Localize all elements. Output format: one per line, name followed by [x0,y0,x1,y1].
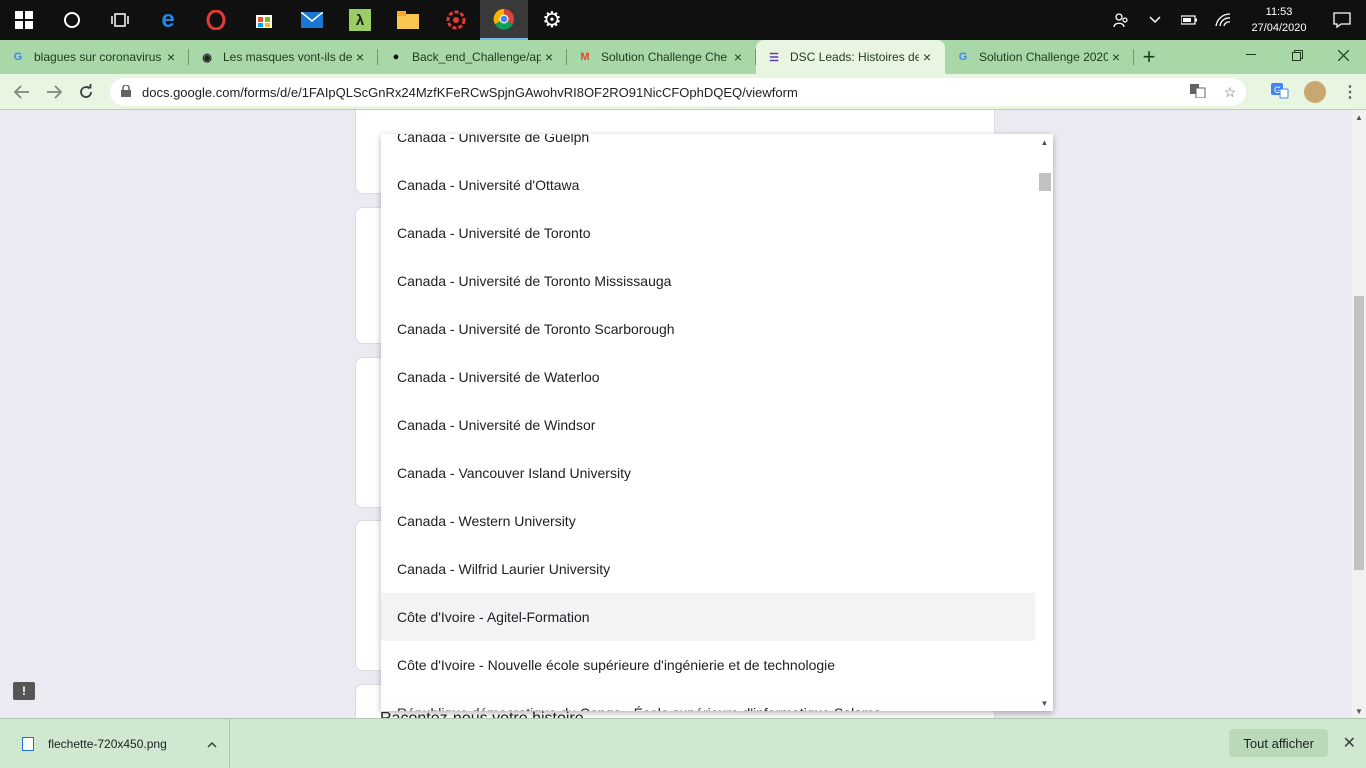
dropdown-option[interactable]: Côte d'Ivoire - Nouvelle école supérieur… [381,641,1035,689]
system-tray: 11:53 27/04/2020 [1104,0,1366,40]
dropdown-option[interactable]: Canada - Université de Guelph [381,134,1035,161]
dropdown-option[interactable]: Canada - Université de Windsor [381,401,1035,449]
translate-icon[interactable] [1182,83,1214,101]
gear-logo-icon[interactable] [432,0,480,40]
dropdown-option[interactable]: Canada - Université d'Ottawa [381,161,1035,209]
scroll-down-arrow-icon[interactable]: ▼ [1352,704,1366,718]
store-icon[interactable] [240,0,288,40]
tab-close-icon[interactable]: × [163,49,179,65]
dropdown-option[interactable]: Canada - Western University [381,497,1035,545]
windows-start-icon[interactable] [0,0,48,40]
tab-favicon-icon: ● [392,51,400,63]
bookmark-star-icon[interactable]: ☆ [1214,84,1246,101]
menu-kebab-icon[interactable]: ⋮ [1334,82,1366,102]
dropdown-options: Canada - Université de Guelph Canada - Un… [381,134,1035,711]
dropdown-option[interactable]: Canada - Université de Toronto [381,209,1035,257]
browser-tab[interactable]: ☰ DSC Leads: Histoires de × [756,40,945,74]
extension-translate-icon[interactable]: G [1264,82,1296,102]
question-title: Racontez-nous votre histoire [380,710,584,718]
show-all-button[interactable]: Tout afficher [1229,729,1328,757]
tab-title: DSC Leads: Histoires de [790,50,919,64]
address-bar[interactable]: docs.google.com/forms/d/e/1FAIpQLScGnRx2… [110,78,1246,106]
reload-button[interactable] [70,74,102,110]
lock-icon[interactable] [110,83,142,100]
browser-tab[interactable]: G Solution Challenge 2020 × [945,40,1134,74]
browser-tab[interactable]: M Solution Challenge Che × [567,40,756,74]
close-icon[interactable]: ✕ [1343,733,1356,753]
dropdown-option[interactable]: Canada - Université de Toronto Mississau… [381,257,1035,305]
url-text: docs.google.com/forms/d/e/1FAIpQLScGnRx2… [142,84,798,100]
image-file-icon [22,736,34,751]
tab-close-icon[interactable]: × [730,49,746,65]
chevron-up-icon[interactable] [1138,0,1172,40]
forward-button[interactable] [38,74,70,110]
new-tab-button[interactable]: + [1134,40,1164,74]
cortana-icon[interactable] [48,0,96,40]
clock-date: 27/04/2020 [1251,22,1307,34]
tab-strip: Gblagues sur coronavirus × ◉ Les masques vo… [0,40,1366,74]
wifi-icon[interactable] [1206,0,1240,40]
page-scrollbar[interactable]: ▲ ▼ [1352,110,1366,718]
minimize-button[interactable] [1228,40,1274,70]
browser-toolbar: docs.google.com/forms/d/e/1FAIpQLScGnRx2… [0,74,1366,110]
back-button[interactable] [6,74,38,110]
settings-icon[interactable]: ⚙ [528,0,576,40]
tab-favicon-icon: G [13,51,23,63]
notification-icon[interactable] [1318,0,1366,40]
chevron-up-icon[interactable] [195,737,229,751]
tab-favicon-icon: ◉ [202,51,212,64]
university-dropdown[interactable]: Canada - Université de Guelph Canada - Un… [381,134,1053,711]
tab-favicon-icon: G [958,51,968,63]
lambda-icon[interactable]: λ [336,0,384,40]
dropdown-scrollbar[interactable]: ▲ ▼ [1036,134,1053,711]
task-view-icon[interactable] [96,0,144,40]
chrome-icon[interactable] [480,0,528,40]
tab-favicon-icon: M [580,51,590,63]
close-window-button[interactable] [1320,40,1366,70]
tab-close-icon[interactable]: × [541,49,557,65]
tab-close-icon[interactable]: × [919,49,935,65]
tab-favicon-icon: ☰ [769,51,779,64]
download-bar: flechette-720x450.png Tout afficher ✕ [0,718,1366,768]
profile-avatar[interactable] [1304,81,1326,103]
browser-tab[interactable]: Gblagues sur coronavirus × [0,40,189,74]
download-file-name: flechette-720x450.png [48,736,167,751]
report-abuse-icon[interactable]: ! [13,682,35,700]
edge-icon[interactable]: e [144,0,192,40]
people-icon[interactable] [1104,0,1138,40]
tab-title: Solution Challenge Che [601,50,728,64]
restore-button[interactable] [1274,40,1320,70]
file-explorer-icon[interactable] [384,0,432,40]
dropdown-option[interactable]: Canada - Université de Toronto Scarborou… [381,305,1035,353]
tab-separator [1133,49,1134,65]
dropdown-option[interactable]: Canada - Wilfrid Laurier University [381,545,1035,593]
browser-tab[interactable]: ◉ Les masques vont-ils de × [189,40,378,74]
tab-close-icon[interactable]: × [1108,49,1124,65]
download-item[interactable]: flechette-720x450.png [0,718,230,768]
tab-title: blagues sur coronavirus [34,50,162,64]
tab-title: Solution Challenge 2020 [979,50,1108,64]
mail-icon[interactable] [288,0,336,40]
dropdown-scroll-up-icon[interactable]: ▲ [1036,134,1053,150]
clock-time: 11:53 [1265,6,1293,18]
dropdown-option[interactable]: Canada - Vancouver Island University [381,449,1035,497]
battery-icon[interactable] [1172,0,1206,40]
windows-taskbar: e λ ⚙ 11:53 27/04/2020 [0,0,1366,40]
dropdown-option[interactable]: Côte d'Ivoire - Agitel-Formation [381,593,1035,641]
tab-title: Les masques vont-ils de [223,50,352,64]
opera-icon[interactable] [192,0,240,40]
dropdown-scroll-down-icon[interactable]: ▼ [1036,695,1053,711]
scroll-up-arrow-icon[interactable]: ▲ [1352,110,1366,124]
tab-close-icon[interactable]: × [352,49,368,65]
tab-title: Back_end_Challenge/ap [412,50,541,64]
dropdown-scroll-thumb[interactable] [1039,173,1051,191]
page-scroll-thumb[interactable] [1354,296,1364,570]
dropdown-option[interactable]: République démocratique du Congo - École… [381,689,1035,711]
browser-tab[interactable]: ● Back_end_Challenge/ap × [378,40,567,74]
clock[interactable]: 11:53 27/04/2020 [1240,4,1318,36]
dropdown-option[interactable]: Canada - Université de Waterloo [381,353,1035,401]
